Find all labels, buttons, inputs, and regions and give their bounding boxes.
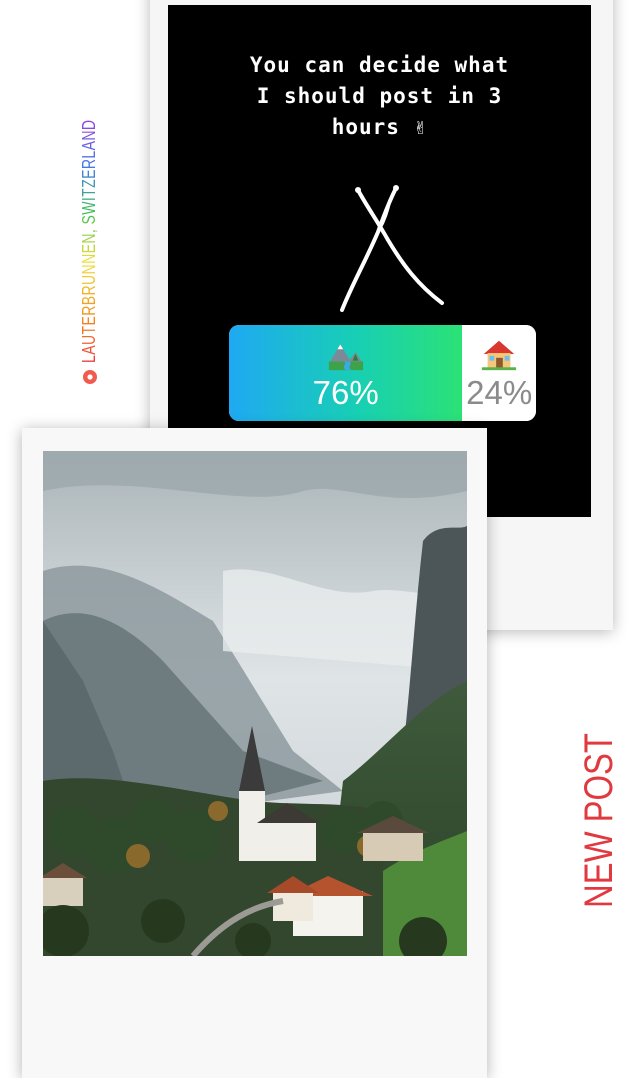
photo-polaroid-frame xyxy=(22,428,487,1078)
poll-option-right[interactable]: 24% xyxy=(462,325,536,421)
story-caption: You can decide what I should post in 3 h… xyxy=(249,53,510,139)
new-post-label: NEW POST xyxy=(577,733,621,908)
location-pin-icon xyxy=(82,370,97,384)
poll-right-percent: 24% xyxy=(466,374,533,411)
house-icon xyxy=(482,340,517,371)
poll-left-percent: 76% xyxy=(312,374,379,411)
poll-option-left[interactable]: 76% xyxy=(229,325,463,421)
location-label: LAUTERBRUNNEN, SWITZERLAND xyxy=(79,119,99,363)
mountain-river-icon xyxy=(328,344,363,371)
village-valley-photo xyxy=(43,451,467,956)
hand-drawn-doodle-icon xyxy=(340,185,444,312)
landscape-illustration xyxy=(43,451,467,956)
location-sticker[interactable]: LAUTERBRUNNEN, SWITZERLAND xyxy=(79,51,100,385)
poll-sticker[interactable]: 76% 24% xyxy=(229,325,536,421)
